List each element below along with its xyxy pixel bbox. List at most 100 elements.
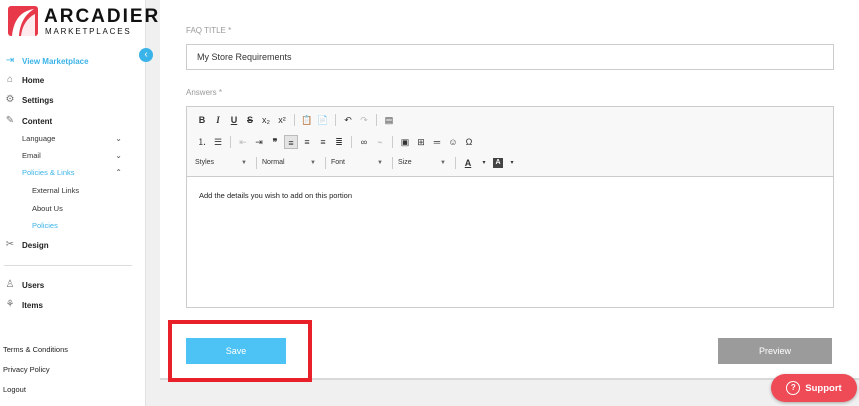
sidebar-subsubitem-about-us[interactable]: About Us: [32, 204, 63, 213]
gear-icon: ⚙: [5, 94, 15, 105]
align-left-icon[interactable]: ≡: [284, 135, 298, 149]
support-button[interactable]: ? Support: [771, 374, 857, 402]
sidebar: ARCADIER MARKETPLACES ⇥ View Marketplace…: [0, 0, 158, 406]
image-icon[interactable]: ▣: [398, 135, 412, 149]
subitem-label: Language: [22, 134, 56, 143]
user-icon: ♙: [5, 279, 15, 290]
home-icon: ⌂: [6, 74, 14, 85]
dropdown-arrow-icon[interactable]: ▾: [505, 156, 519, 170]
indent-icon[interactable]: ⇥: [252, 135, 266, 149]
editor-content-area[interactable]: Add the details you wish to add on this …: [187, 177, 833, 214]
sidebar-item-items[interactable]: ⚘ Items: [4, 300, 43, 310]
paste-text-icon[interactable]: 📋: [300, 113, 314, 127]
sidebar-item-home[interactable]: ⌂ Home: [4, 75, 44, 85]
underline-button[interactable]: U: [227, 113, 241, 127]
sidebar-item-settings[interactable]: ⚙ Settings: [4, 95, 54, 105]
align-right-icon[interactable]: ≡: [316, 135, 330, 149]
logo-mark-icon: [8, 6, 38, 36]
subitem-label: Policies & Links: [22, 168, 75, 177]
sidebar-item-label: Design: [22, 240, 49, 250]
smiley-icon[interactable]: ☺: [446, 135, 460, 149]
logout-link[interactable]: Logout: [3, 385, 26, 394]
bulleted-list-icon[interactable]: ☰: [211, 135, 225, 149]
save-button-highlight: [168, 320, 312, 382]
subscript-button[interactable]: x₂: [259, 113, 273, 127]
table-icon[interactable]: ⊞: [414, 135, 428, 149]
undo-icon[interactable]: ↶: [341, 113, 355, 127]
numbered-list-icon[interactable]: ⒈: [195, 135, 209, 149]
format-dropdown-label: Normal: [262, 159, 285, 166]
blockquote-icon[interactable]: ❞: [268, 135, 282, 149]
horizontal-line-icon[interactable]: ═: [430, 135, 444, 149]
arcadier-logo[interactable]: ARCADIER MARKETPLACES: [8, 5, 158, 37]
toolbar-separator: [294, 114, 295, 126]
logo-tagline: MARKETPLACES: [45, 27, 132, 36]
editor-toolbar: B I U S x₂ x² 📋 📄 ↶ ↷ ▤ ⒈ ☰ ⇤ ⇥ ❞ ≡ ≡ ≡ …: [187, 107, 833, 177]
collapse-sidebar-button[interactable]: ‹: [139, 48, 153, 62]
rich-text-editor: B I U S x₂ x² 📋 📄 ↶ ↷ ▤ ⒈ ☰ ⇤ ⇥ ❞ ≡ ≡ ≡ …: [186, 106, 834, 308]
dropdown-arrow-icon[interactable]: ▾: [477, 156, 491, 170]
italic-button[interactable]: I: [211, 113, 225, 127]
toolbar-separator: [392, 136, 393, 148]
sidebar-item-view-marketplace[interactable]: ⇥ View Marketplace: [4, 56, 89, 66]
toolbar-row-2: ⒈ ☰ ⇤ ⇥ ❞ ≡ ≡ ≡ ≣ ∞ ⌁ ▣ ⊞ ═ ☺ Ω: [195, 133, 476, 151]
sidebar-subsubitem-external-links[interactable]: External Links: [32, 186, 79, 195]
sidebar-item-label: Home: [22, 75, 45, 85]
superscript-button[interactable]: x²: [275, 113, 289, 127]
link-icon[interactable]: ∞: [357, 135, 371, 149]
faq-title-input[interactable]: My Store Requirements: [186, 44, 834, 70]
sidebar-item-content[interactable]: ✎ Content: [4, 116, 52, 126]
toolbar-separator: [325, 157, 326, 169]
support-label: Support: [805, 382, 842, 394]
strikethrough-button[interactable]: S: [243, 113, 257, 127]
styles-dropdown[interactable]: Styles ▼: [195, 156, 251, 170]
design-tools-icon: ✂: [5, 239, 15, 250]
sidebar-item-label: Items: [22, 300, 43, 310]
dropdown-arrow-icon: ▼: [241, 160, 247, 166]
logo-name: ARCADIER: [44, 6, 161, 27]
format-dropdown[interactable]: Normal ▼: [262, 156, 320, 170]
sidebar-subitem-language[interactable]: Language ⌄: [22, 134, 122, 143]
align-justify-icon[interactable]: ≣: [332, 135, 346, 149]
text-color-icon[interactable]: A: [461, 156, 475, 170]
unlink-icon[interactable]: ⌁: [373, 135, 387, 149]
dropdown-arrow-icon: ▼: [440, 160, 446, 166]
align-center-icon[interactable]: ≡: [300, 135, 314, 149]
font-dropdown-label: Font: [331, 159, 346, 166]
paste-word-icon[interactable]: 📄: [316, 113, 330, 127]
toolbar-separator: [376, 114, 377, 126]
dropdown-arrow-icon: ▼: [377, 160, 383, 166]
source-code-icon[interactable]: ▤: [382, 113, 396, 127]
items-icon: ⚘: [5, 299, 15, 310]
chevron-up-icon: ⌃: [115, 168, 122, 177]
terms-conditions-link[interactable]: Terms & Conditions: [3, 345, 68, 354]
redo-icon[interactable]: ↷: [357, 113, 371, 127]
chevron-down-icon: ⌄: [115, 134, 122, 143]
size-dropdown-label: Size: [398, 159, 412, 166]
enter-icon: ⇥: [5, 55, 15, 66]
faq-title-label: FAQ TITLE *: [186, 26, 232, 35]
sidebar-item-label: Settings: [22, 95, 54, 105]
toolbar-separator: [335, 114, 336, 126]
special-character-icon[interactable]: Ω: [462, 135, 476, 149]
dropdown-arrow-icon: ▼: [310, 160, 316, 166]
bold-button[interactable]: B: [195, 113, 209, 127]
background-color-icon[interactable]: A: [493, 158, 503, 168]
outdent-icon[interactable]: ⇤: [236, 135, 250, 149]
sidebar-subitem-email[interactable]: Email ⌄: [22, 151, 122, 160]
preview-button[interactable]: Preview: [718, 338, 832, 364]
sidebar-item-design[interactable]: ✂ Design: [4, 240, 49, 250]
size-dropdown[interactable]: Size ▼: [398, 156, 450, 170]
sidebar-subsubitem-policies[interactable]: Policies: [32, 221, 58, 230]
sidebar-item-label: View Marketplace: [22, 56, 89, 66]
styles-dropdown-label: Styles: [195, 159, 215, 166]
content-icon: ✎: [5, 115, 15, 126]
privacy-policy-link[interactable]: Privacy Policy: [3, 365, 50, 374]
sidebar-item-users[interactable]: ♙ Users: [4, 279, 45, 290]
question-icon: ?: [786, 381, 801, 395]
toolbar-separator: [256, 157, 257, 169]
toolbar-separator: [230, 136, 231, 148]
sidebar-item-label: Users: [22, 280, 45, 290]
sidebar-subitem-policies-links[interactable]: Policies & Links ⌃: [22, 168, 122, 177]
font-dropdown[interactable]: Font ▼: [331, 156, 387, 170]
